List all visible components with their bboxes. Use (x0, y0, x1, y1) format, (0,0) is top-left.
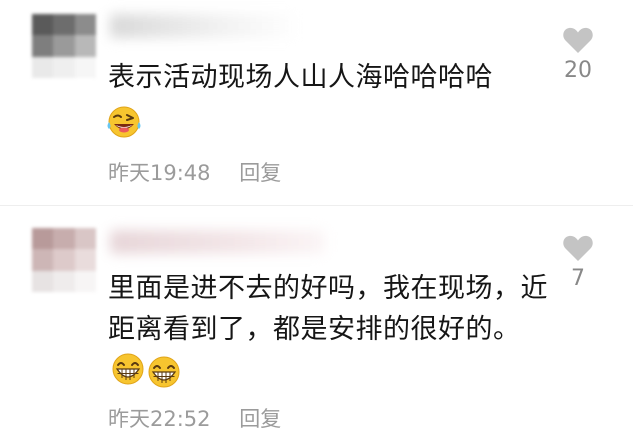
divider (0, 205, 633, 206)
timestamp: 昨天19:48 (108, 161, 211, 185)
comment-item: 表示活动现场人山人海哈哈哈哈 昨天19:48 回复 20 (0, 0, 633, 205)
reply-button[interactable]: 回复 (239, 407, 281, 431)
like-button[interactable]: 20 (543, 26, 613, 83)
grin-emoji (146, 354, 182, 390)
grin-emoji (110, 351, 146, 387)
avatar[interactable] (32, 228, 96, 292)
username[interactable] (110, 230, 325, 254)
comment-text: 里面是进不去的好吗，我在现场，近距离看到了，都是安排的很好的。 (108, 268, 548, 391)
comment-item: 里面是进不去的好吗，我在现场，近距离看到了，都是安排的很好的。 昨天22:52 … (0, 210, 633, 442)
emoji-row (106, 104, 142, 140)
like-button[interactable]: 7 (543, 234, 613, 291)
heart-icon (563, 235, 593, 261)
username[interactable] (110, 14, 300, 38)
reply-button[interactable]: 回复 (239, 161, 281, 185)
laughing-wink-emoji (106, 104, 142, 140)
timestamp: 昨天22:52 (108, 407, 211, 431)
comment-meta: 昨天22:52 回复 (108, 403, 281, 433)
comment-text: 表示活动现场人山人海哈哈哈哈 (108, 62, 493, 93)
avatar[interactable] (32, 14, 96, 78)
like-count: 20 (564, 58, 592, 83)
like-count: 7 (571, 266, 585, 291)
heart-icon (563, 27, 593, 53)
comment-meta: 昨天19:48 回复 (108, 157, 281, 187)
